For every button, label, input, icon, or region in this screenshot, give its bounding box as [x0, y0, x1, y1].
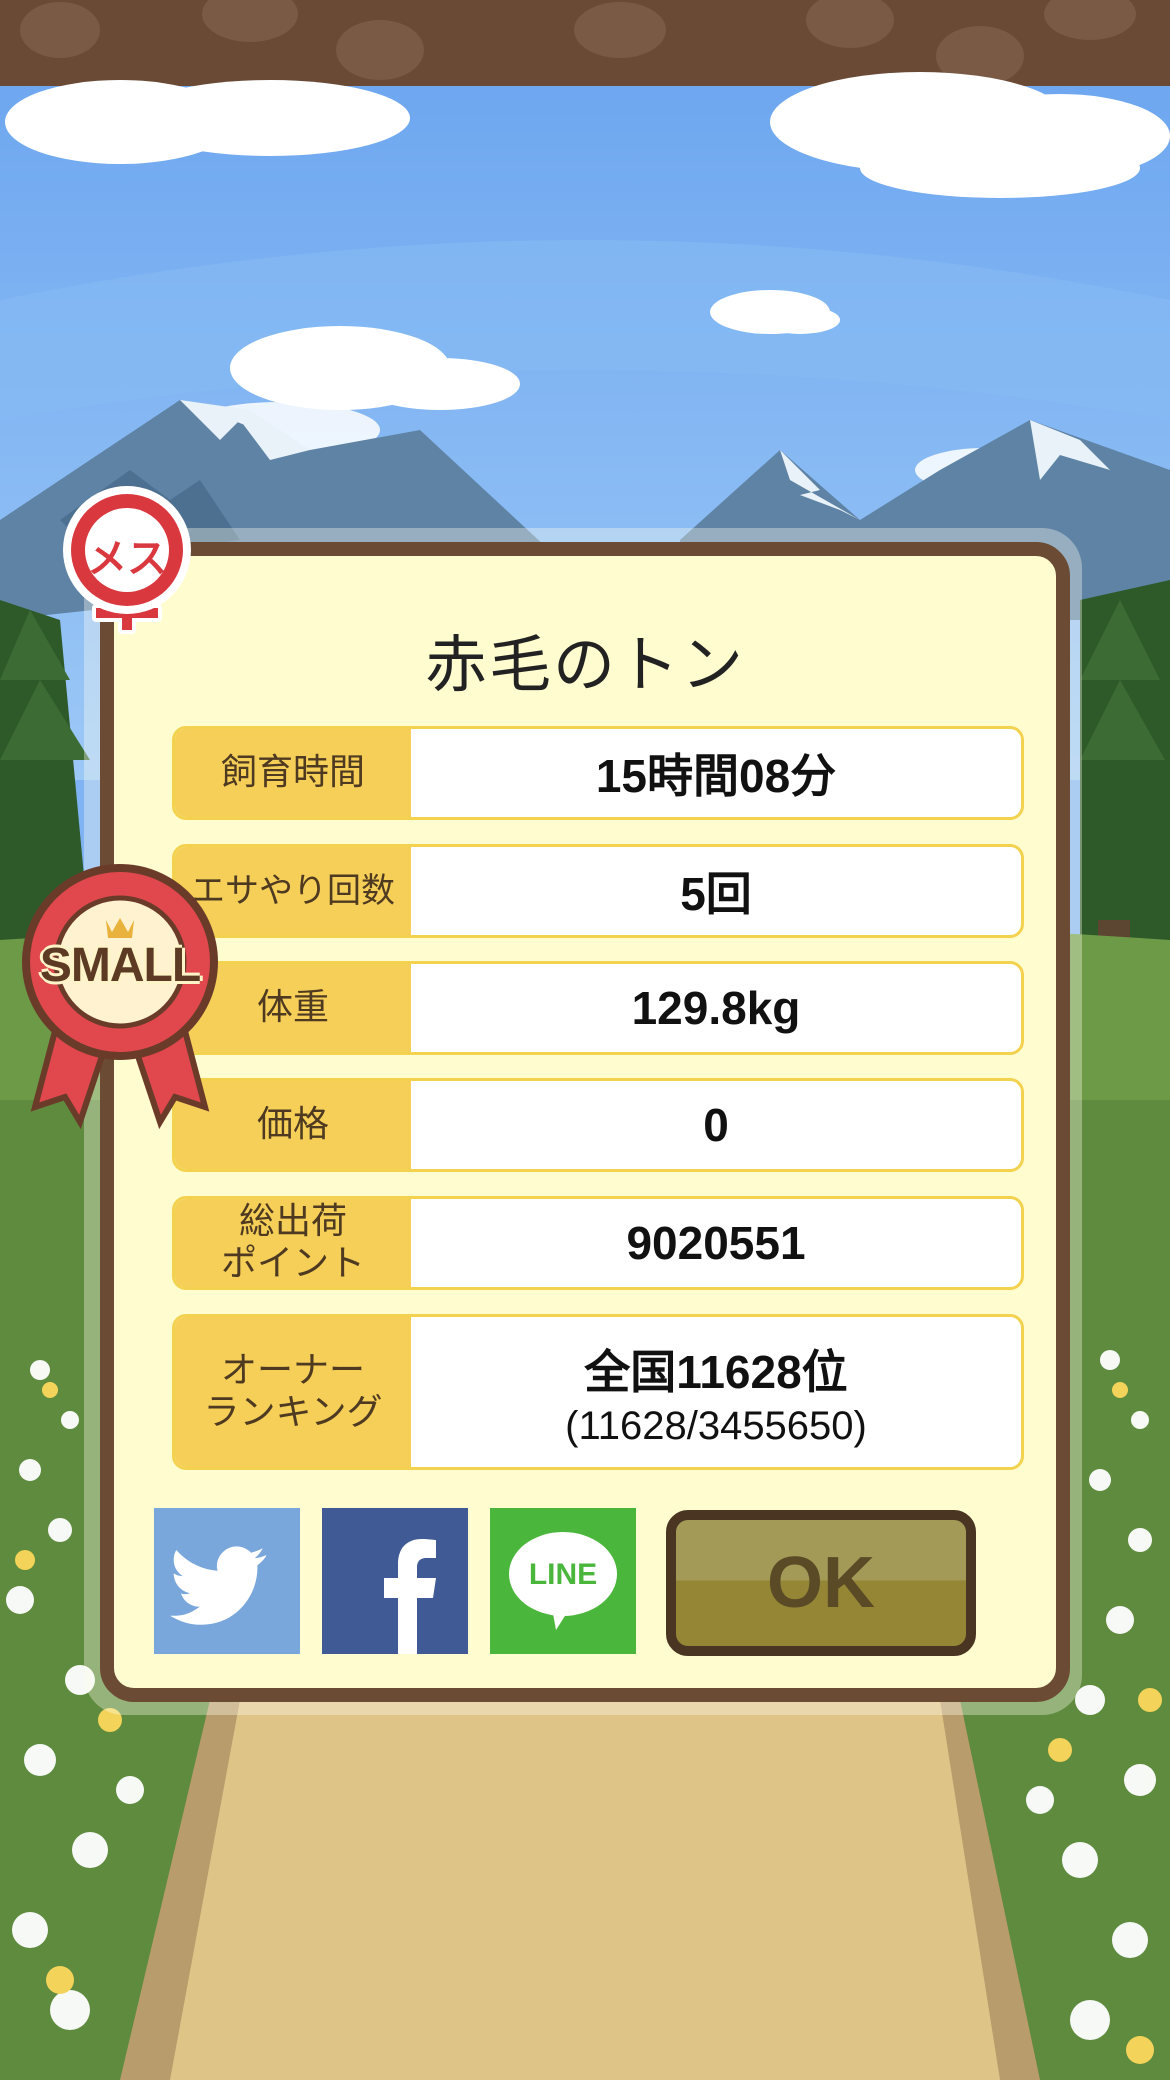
stat-label: 総出荷 ポイント	[175, 1199, 411, 1287]
facebook-f-icon	[384, 1539, 436, 1654]
stat-value: 9020551	[626, 1217, 806, 1269]
female-gender-badge: メス	[52, 486, 200, 646]
size-ribbon-label: SMALL	[39, 939, 201, 992]
stat-row-weight: 体重 129.8kg	[172, 961, 1024, 1055]
stat-label: オーナー ランキング	[175, 1317, 411, 1467]
stat-value: 15時間08分	[595, 750, 837, 802]
ribbon-rosette-icon	[22, 864, 218, 1130]
size-ribbon-badge: SMALL	[20, 862, 220, 1132]
ok-button[interactable]: OK	[666, 1510, 976, 1656]
stat-label: 飼育時間	[175, 729, 411, 817]
stat-row-rearing-time: 飼育時間 15時間08分	[172, 726, 1024, 820]
line-label: LINE	[528, 1558, 598, 1591]
twitter-bird-icon	[170, 1546, 267, 1625]
ranking-value: 全国11628位	[584, 1345, 848, 1398]
stat-value: 0	[703, 1099, 729, 1151]
facebook-share-button[interactable]	[322, 1508, 468, 1654]
stat-row-shipping-points: 総出荷 ポイント 9020551	[172, 1196, 1024, 1290]
stat-value: 全国11628位 (11628/3455650)	[411, 1317, 1021, 1467]
pig-name-title: 赤毛のトン	[424, 628, 745, 701]
gender-badge-label: メス	[87, 536, 167, 582]
stat-value: 5回	[680, 868, 752, 920]
line-share-button[interactable]: LINE	[490, 1508, 636, 1654]
ranking-detail: (11628/3455650)	[565, 1403, 867, 1448]
pig-result-dialog: 赤毛のトン 飼育時間 15時間08分 エサやり回数 5回 体重 129.8kg …	[100, 542, 1070, 1702]
stat-value: 129.8kg	[631, 982, 801, 1034]
stat-row-owner-ranking: オーナー ランキング 全国11628位 (11628/3455650)	[172, 1314, 1024, 1470]
stat-row-price: 価格 0	[172, 1078, 1024, 1172]
stat-row-feed-count: エサやり回数 5回	[172, 844, 1024, 938]
twitter-share-button[interactable]	[154, 1508, 300, 1654]
